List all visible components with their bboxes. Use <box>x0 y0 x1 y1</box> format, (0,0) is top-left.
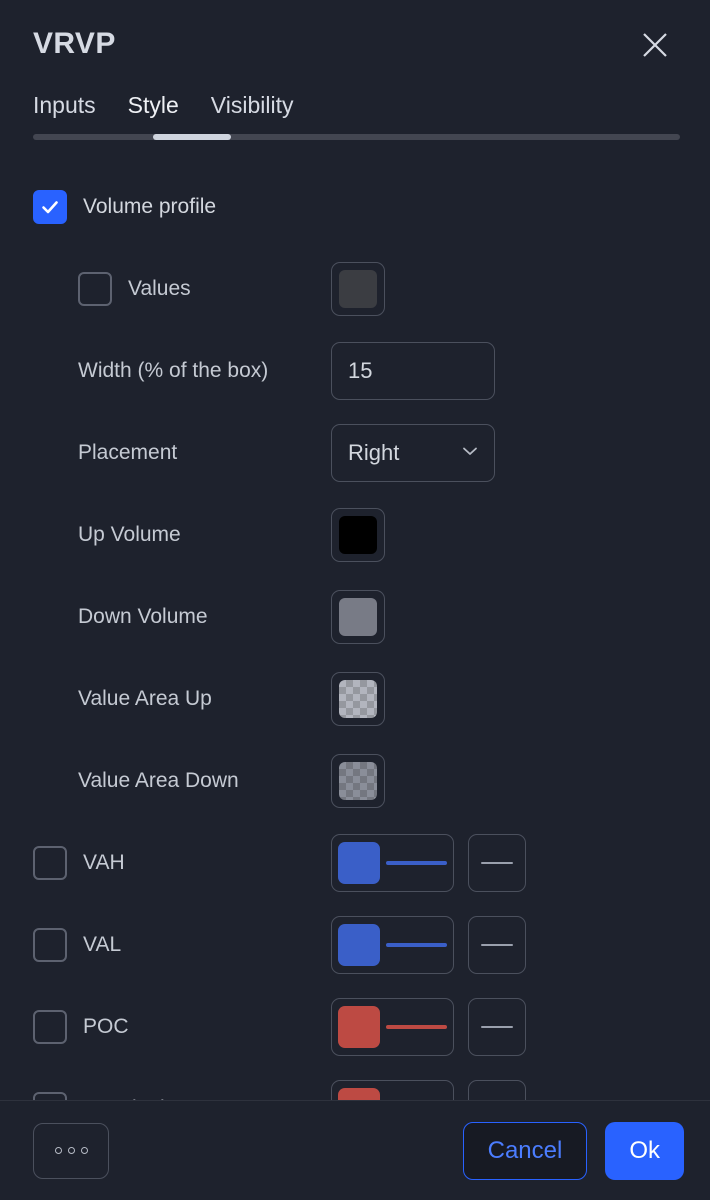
swatch-fill-poc <box>338 1006 380 1048</box>
row-values: Values <box>0 248 710 330</box>
line-preview-vah <box>386 861 447 865</box>
row-val: VAL <box>0 904 710 986</box>
tab-bar: Inputs Style Visibility <box>0 88 710 150</box>
row-vah: VAH <box>0 822 710 904</box>
color-swatch-up-volume[interactable] <box>331 508 385 562</box>
dialog-footer: Cancel Ok <box>0 1100 710 1200</box>
color-swatch-values[interactable] <box>331 262 385 316</box>
line-style-icon <box>481 944 513 946</box>
cancel-button[interactable]: Cancel <box>462 1121 588 1180</box>
line-color-combo-poc[interactable] <box>331 998 454 1056</box>
line-style-button-vah[interactable] <box>468 834 526 892</box>
row-volume-profile: Volume profile <box>0 166 710 248</box>
line-style-button-developing-poc[interactable] <box>468 1080 526 1100</box>
dialog-header: VRVP <box>0 0 710 88</box>
label-up-volume: Up Volume <box>78 523 181 546</box>
swatch-fill-val <box>338 924 380 966</box>
tab-scrollbar-track[interactable] <box>33 134 680 140</box>
swatch-fill-up-volume <box>339 516 377 554</box>
checkbox-developing-poc[interactable] <box>33 1092 67 1100</box>
line-preview-poc <box>386 1025 447 1029</box>
line-style-button-poc[interactable] <box>468 998 526 1056</box>
label-vah: VAH <box>83 851 125 874</box>
row-up-volume: Up Volume <box>0 494 710 576</box>
close-icon[interactable] <box>628 18 682 72</box>
swatch-fill-value-area-down <box>339 762 377 800</box>
line-color-combo-vah[interactable] <box>331 834 454 892</box>
placement-select[interactable]: Right <box>331 424 495 482</box>
label-placement: Placement <box>78 441 178 464</box>
style-settings-list[interactable]: Volume profile Values Width (% of the bo… <box>0 150 710 1100</box>
label-value-area-down: Value Area Down <box>78 769 239 792</box>
label-down-volume: Down Volume <box>78 605 208 628</box>
label-value-area-up: Value Area Up <box>78 687 212 710</box>
placement-selected-value: Right <box>348 440 400 465</box>
row-value-area-down: Value Area Down <box>0 740 710 822</box>
swatch-fill-vah <box>338 842 380 884</box>
tab-style[interactable]: Style <box>128 88 179 122</box>
tab-inputs[interactable]: Inputs <box>33 88 96 122</box>
row-placement: Placement Right <box>0 412 710 494</box>
tab-scrollbar-thumb[interactable] <box>153 134 231 140</box>
width-input[interactable] <box>331 342 495 400</box>
swatch-fill-value-area-up <box>339 680 377 718</box>
color-swatch-value-area-up[interactable] <box>331 672 385 726</box>
row-width: Width (% of the box) <box>0 330 710 412</box>
ellipsis-icon <box>54 1147 62 1154</box>
checkbox-poc[interactable] <box>33 1010 67 1044</box>
label-width: Width (% of the box) <box>78 359 269 382</box>
row-value-area-up: Value Area Up <box>0 658 710 740</box>
ellipsis-icon <box>67 1147 75 1154</box>
line-style-icon <box>481 862 513 864</box>
line-style-icon <box>481 1026 513 1028</box>
swatch-fill-values <box>339 270 377 308</box>
color-swatch-down-volume[interactable] <box>331 590 385 644</box>
ok-button[interactable]: Ok <box>605 1121 684 1180</box>
chevron-down-icon <box>460 441 480 466</box>
label-poc: POC <box>83 1015 129 1038</box>
row-poc: POC <box>0 986 710 1068</box>
line-color-combo-val[interactable] <box>331 916 454 974</box>
dialog-title: VRVP <box>33 27 116 60</box>
more-options-button[interactable] <box>33 1122 109 1179</box>
color-swatch-value-area-down[interactable] <box>331 754 385 808</box>
settings-dialog: VRVP Inputs Style Visibility Volume prof… <box>0 0 710 1200</box>
row-down-volume: Down Volume <box>0 576 710 658</box>
checkbox-val[interactable] <box>33 928 67 962</box>
label-val: VAL <box>83 933 122 956</box>
label-volume-profile: Volume profile <box>83 195 217 218</box>
line-style-button-val[interactable] <box>468 916 526 974</box>
tab-visibility[interactable]: Visibility <box>211 88 294 122</box>
label-values: Values <box>128 277 191 300</box>
ellipsis-icon <box>80 1147 88 1154</box>
line-color-combo-developing-poc[interactable] <box>331 1080 454 1100</box>
checkbox-vah[interactable] <box>33 846 67 880</box>
checkbox-volume-profile[interactable] <box>33 190 67 224</box>
row-developing-poc: Developing POC <box>0 1068 710 1100</box>
checkbox-values[interactable] <box>78 272 112 306</box>
swatch-fill-developing-poc <box>338 1088 380 1100</box>
line-preview-val <box>386 943 447 947</box>
swatch-fill-down-volume <box>339 598 377 636</box>
